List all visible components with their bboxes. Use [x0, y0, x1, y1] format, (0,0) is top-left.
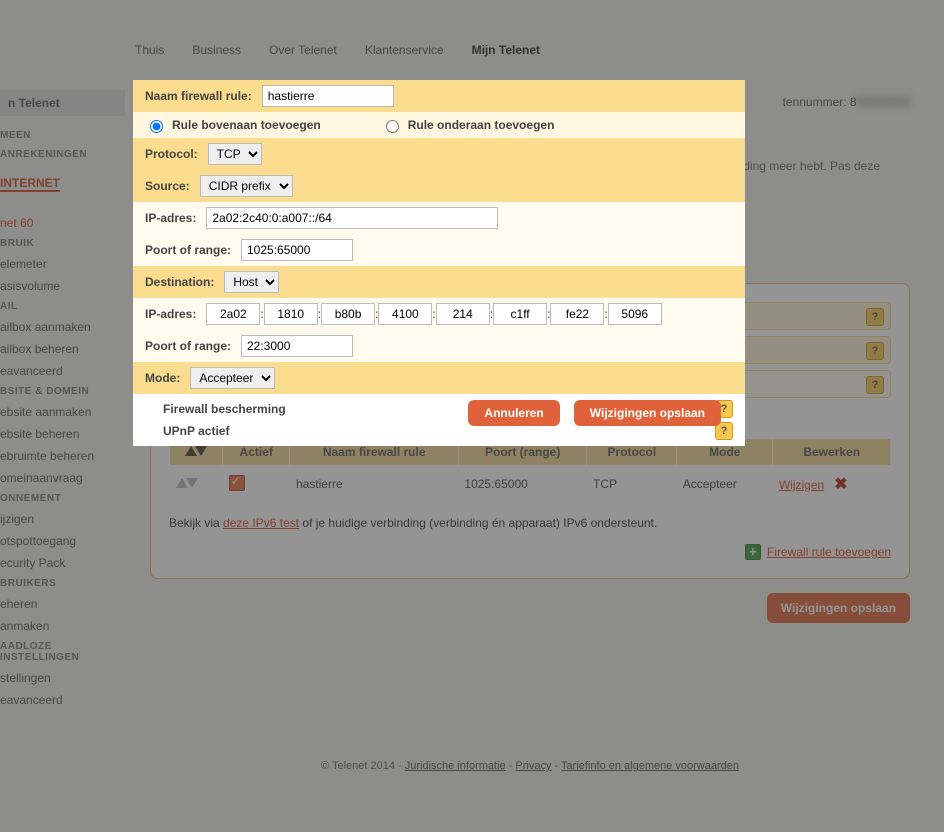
src-ip-label: IP-adres: — [145, 211, 196, 225]
dst-ip-3[interactable] — [378, 303, 432, 325]
source-label: Source: — [145, 179, 190, 193]
src-port-label: Poort of range: — [145, 243, 231, 257]
src-port-input[interactable] — [241, 239, 353, 261]
dst-ip-5[interactable] — [493, 303, 547, 325]
radio-bottom-input[interactable] — [386, 120, 399, 133]
dst-ip-0[interactable] — [206, 303, 260, 325]
source-select[interactable]: CIDR prefix — [200, 175, 293, 197]
dest-label: Destination: — [145, 275, 214, 289]
radio-top-input[interactable] — [150, 120, 163, 133]
cancel-button[interactable]: Annuleren — [468, 400, 559, 426]
dst-ip-2[interactable] — [321, 303, 375, 325]
name-label: Naam firewall rule: — [145, 89, 252, 103]
src-ip-input[interactable] — [206, 207, 498, 229]
dst-ip-1[interactable] — [264, 303, 318, 325]
modal-save-button[interactable]: Wijzigingen opslaan — [574, 400, 721, 426]
dst-ip-label: IP-adres: — [145, 307, 196, 321]
proto-label: Protocol: — [145, 147, 198, 161]
radio-bottom[interactable]: Rule onderaan toevoegen — [381, 117, 555, 133]
dst-ip-7[interactable] — [608, 303, 662, 325]
mode-select[interactable]: Accepteer — [190, 367, 275, 389]
rule-name-input[interactable] — [262, 85, 394, 107]
dest-select[interactable]: Host — [224, 271, 279, 293]
dst-port-label: Poort of range: — [145, 339, 231, 353]
mode-label: Mode: — [145, 371, 180, 385]
radio-top[interactable]: Rule bovenaan toevoegen — [145, 117, 321, 133]
dst-ip-4[interactable] — [436, 303, 490, 325]
proto-select[interactable]: TCP — [208, 143, 262, 165]
firewall-rule-modal: Naam firewall rule: Rule bovenaan toevoe… — [133, 80, 745, 446]
dst-ip-6[interactable] — [550, 303, 604, 325]
dst-port-input[interactable] — [241, 335, 353, 357]
